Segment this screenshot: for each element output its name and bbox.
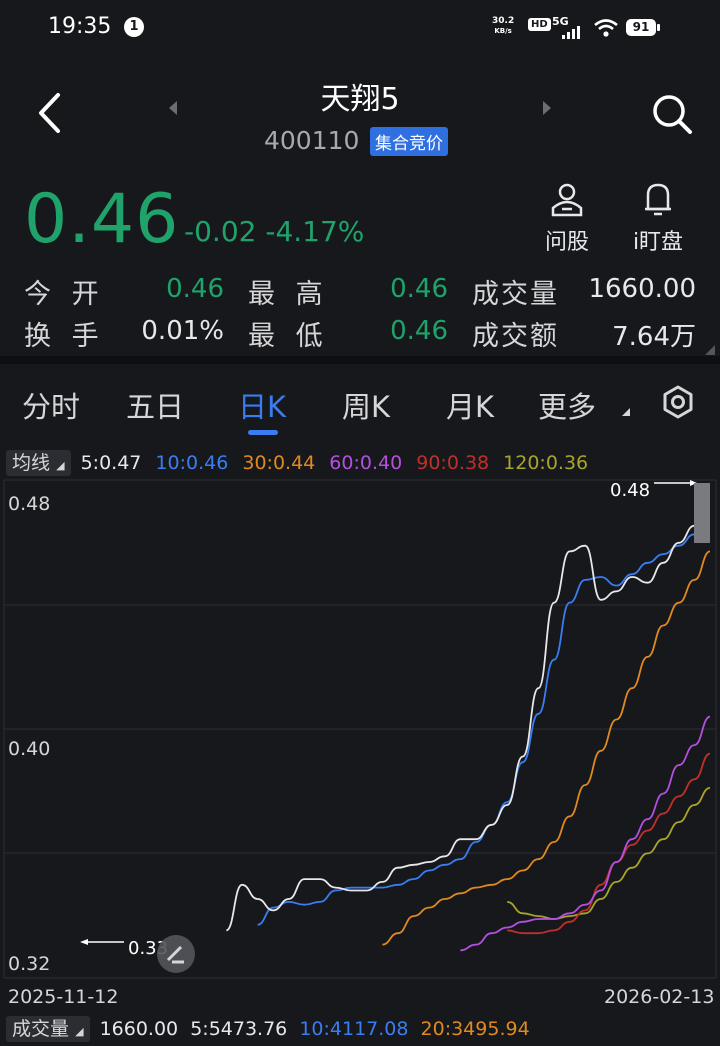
net-speed-value: 30.2 (492, 16, 515, 26)
bell-icon (645, 183, 671, 216)
ma30-legend: 30:0.44 (242, 452, 316, 474)
high-value: 0.46 (390, 274, 448, 304)
chart-scroll-handle[interactable] (694, 483, 710, 543)
open-value: 0.46 (166, 274, 224, 304)
tab-weekly-k[interactable]: 周K (342, 384, 390, 426)
ma90-line (507, 752, 711, 935)
volume-current: 1660.00 (99, 1018, 179, 1040)
ask-stock-label: 问股 (544, 230, 589, 255)
section-divider (0, 356, 720, 364)
battery-icon: 91 (626, 19, 656, 36)
active-tab-indicator (248, 430, 278, 435)
ma10-line (257, 524, 711, 926)
ma-selector[interactable]: 均线 ◢ (6, 450, 71, 476)
volume-selector[interactable]: 成交量 ◢ (6, 1016, 90, 1042)
stock-code: 400110 (264, 126, 360, 155)
net-speed: 30.2 KB/s (492, 16, 514, 36)
search-icon[interactable] (650, 92, 694, 136)
tab-more-dropdown-icon (622, 408, 630, 416)
tab-intraday[interactable]: 分时 (22, 384, 80, 426)
max-price-marker: 0.48 (610, 480, 650, 501)
tab-more-label: 更多 (538, 390, 597, 424)
ma90-legend: 90:0.38 (416, 452, 490, 474)
draw-tool-button[interactable] (157, 935, 195, 973)
person-icon (551, 183, 583, 217)
amount-label: 成交额 (472, 321, 559, 352)
turnover-value: 0.01% (141, 316, 224, 346)
price-change-pct: -4.17% (265, 215, 365, 248)
watch-label: i盯盘 (632, 230, 684, 255)
ma5-legend: 5:0.47 (80, 452, 142, 474)
ma60-legend: 60:0.40 (329, 452, 403, 474)
y-tick-label: 0.32 (8, 953, 50, 975)
status-bar: 19:35 1 30.2 KB/s HD 5G 91 (0, 0, 720, 56)
ma10-legend: 10:0.46 (155, 452, 229, 474)
auction-badge: 集合竞价 (370, 127, 448, 156)
tab-daily-k[interactable]: 日K (238, 384, 286, 426)
y-tick-label: 0.40 (8, 738, 50, 760)
ma-selector-label: 均线 (12, 452, 51, 474)
min-marker-arrow (80, 939, 88, 945)
high-label: 最 高 (248, 279, 329, 310)
x-end-date: 2026-02-13 (604, 986, 715, 1008)
turnover-label: 换 手 (24, 321, 105, 352)
volume-selector-label: 成交量 (12, 1018, 70, 1040)
hd-icon: HD (528, 18, 551, 31)
settings-icon[interactable] (660, 384, 696, 420)
ma5-line (225, 499, 711, 932)
ma30-line (382, 550, 711, 946)
kline-chart[interactable]: 0.48 0.40 0.32 0.48 0.33 (0, 478, 720, 980)
volume-ma20: 20:3495.94 (420, 1018, 530, 1040)
notification-badge: 1 (124, 17, 144, 37)
watch-button[interactable]: i盯盘 (628, 182, 688, 256)
amount-value: 7.64万 (612, 322, 696, 352)
wifi-icon (594, 19, 618, 37)
current-price: 0.46 (24, 180, 180, 259)
tab-monthly-k[interactable]: 月K (446, 384, 494, 426)
open-label: 今 开 (24, 279, 105, 310)
volume-ma5: 5:5473.76 (190, 1018, 288, 1040)
low-label: 最 低 (248, 321, 329, 352)
ma60-line (460, 715, 711, 952)
x-start-date: 2025-11-12 (8, 986, 119, 1008)
tab-more[interactable]: 更多 (538, 384, 596, 426)
tab-five-day[interactable]: 五日 (126, 384, 184, 426)
ma-legend-row: 均线 ◢ 5:0.47 10:0.46 30:0.44 60:0.40 90:0… (6, 448, 588, 476)
volume-label: 成交量 (472, 279, 559, 310)
signal-icon (562, 26, 580, 39)
low-value: 0.46 (390, 316, 448, 346)
expand-corner-icon[interactable] (704, 344, 716, 356)
volume-value: 1660.00 (588, 274, 696, 304)
status-time: 19:35 (48, 14, 112, 39)
volume-legend-row: 成交量 ◢ 1660.00 5:5473.76 10:4117.08 20:34… (6, 1014, 530, 1042)
stock-title: 天翔5 (320, 82, 400, 117)
price-change: -0.02 -4.17% (184, 215, 364, 248)
volume-ma10: 10:4117.08 (299, 1018, 409, 1040)
ask-stock-button[interactable]: 问股 (540, 182, 594, 256)
price-change-value: -0.02 (184, 215, 257, 248)
y-tick-label: 0.48 (8, 493, 50, 515)
battery-tip (657, 24, 660, 31)
ma120-legend: 120:0.36 (503, 452, 589, 474)
net-speed-unit: KB/s (494, 27, 512, 35)
